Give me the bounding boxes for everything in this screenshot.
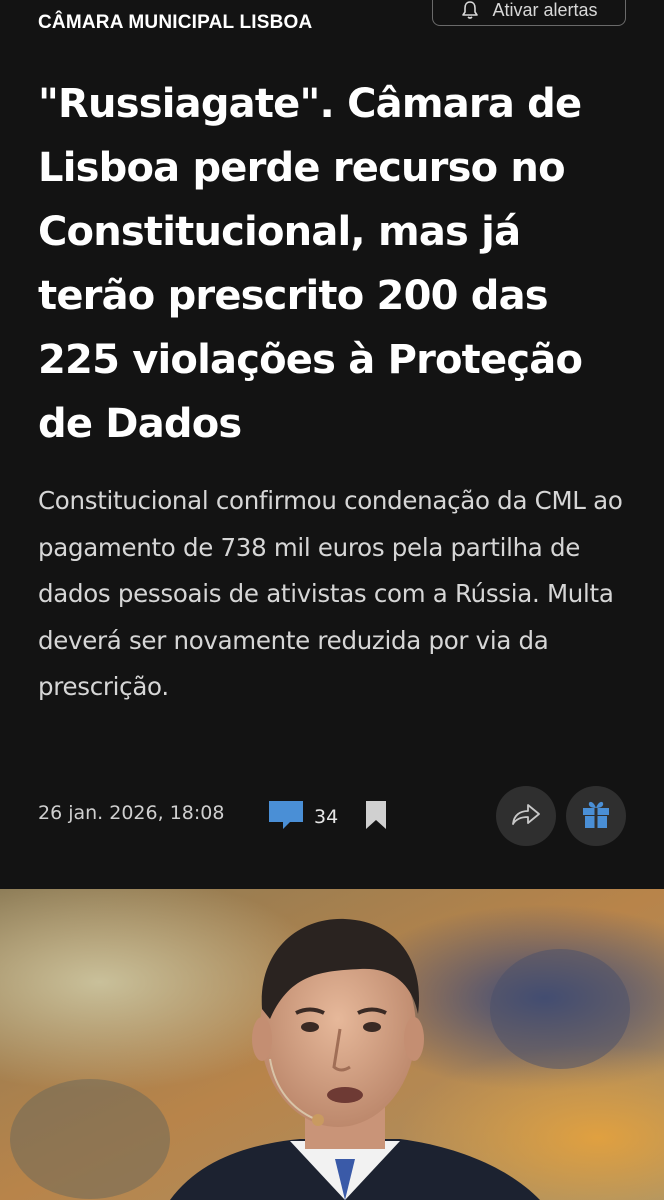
article-hero-image <box>0 889 664 1200</box>
publish-date: 26 jan. 2026, 18:08 <box>38 802 225 824</box>
section-label[interactable]: CÂMARA MUNICIPAL LISBOA <box>38 12 312 34</box>
enable-alerts-label: Ativar alertas <box>492 0 598 20</box>
share-button[interactable] <box>496 786 556 846</box>
article-meta: 26 jan. 2026, 18:08 34 <box>38 786 628 846</box>
top-bar: CÂMARA MUNICIPAL LISBOA Ativar alertas <box>0 0 664 50</box>
bell-icon <box>460 0 480 20</box>
gift-article-button[interactable] <box>566 786 626 846</box>
bookmark-icon[interactable] <box>365 800 387 834</box>
comment-icon <box>268 800 304 834</box>
gift-icon <box>581 799 611 833</box>
comments-link[interactable]: 34 <box>268 800 338 834</box>
article-lead: Constitucional confirmou condenação da C… <box>38 486 623 701</box>
article-headline: "Russiagate". Câmara de Lisboa perde rec… <box>38 81 583 447</box>
share-icon <box>511 802 541 830</box>
hero-photo <box>0 889 664 1200</box>
comment-count: 34 <box>314 806 339 828</box>
enable-alerts-button[interactable]: Ativar alertas <box>432 0 626 26</box>
